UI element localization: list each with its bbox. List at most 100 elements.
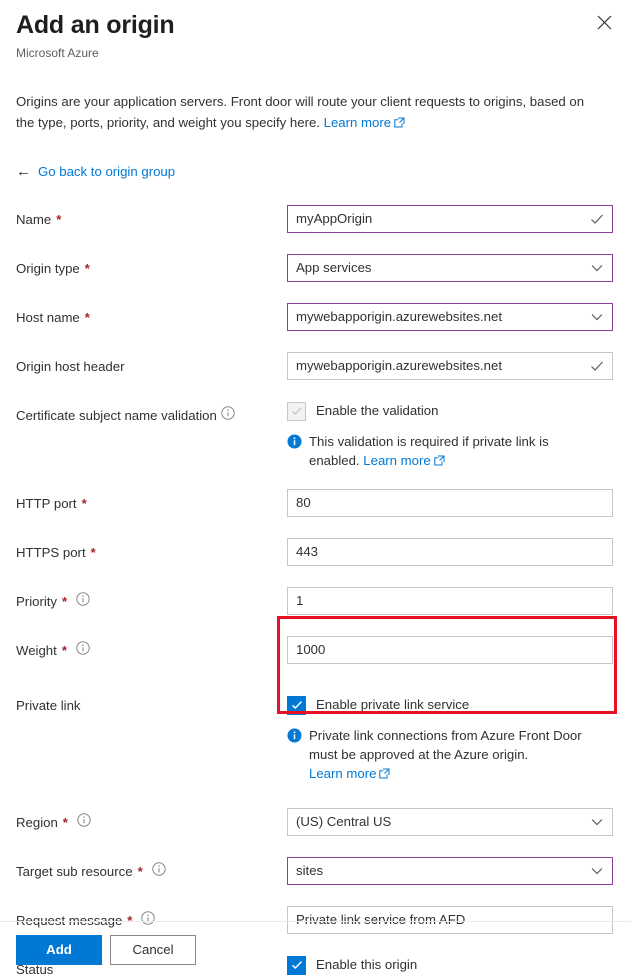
intro-learn-more-link[interactable]: Learn more [324,115,391,130]
intro-text: Origins are your application servers. Fr… [0,91,605,134]
private-link-note-body: Private link connections from Azure Fron… [309,726,597,784]
field-origin-type: App services [287,254,615,282]
field-http-port: 80 [287,489,615,517]
cancel-button[interactable]: Cancel [110,934,196,965]
chevron-down-icon [590,809,604,835]
priority-input[interactable]: 1 [287,587,613,615]
panel-header: Add an origin Microsoft Azure [0,0,631,61]
field-name: myAppOrigin [287,205,615,233]
label-origin-host-header-text: Origin host header [16,359,125,374]
required-marker: * [56,212,62,227]
cert-validation-checkbox-label: Enable the validation [316,403,439,418]
info-icon[interactable] [76,640,90,662]
close-icon [597,15,612,30]
form-row-http-port: HTTP port * 80 [0,489,631,517]
label-region: Region * [16,808,287,834]
info-icon[interactable] [152,861,166,883]
label-https-port: HTTPS port * [16,538,287,564]
external-link-icon [434,452,445,471]
back-to-origin-group-link[interactable]: Go back to origin group [38,164,175,179]
form-row-name: Name * myAppOrigin [0,205,631,233]
field-priority: 1 [287,587,615,615]
label-target-sub-resource: Target sub resource * [16,857,287,883]
host-name-select[interactable]: mywebapporigin.azurewebsites.net [287,303,613,331]
info-icon[interactable] [76,591,90,613]
label-weight: Weight * [16,636,287,662]
close-button[interactable] [589,7,619,37]
form-row-origin-type: Origin type * App services [0,254,631,282]
label-origin-type-text: Origin type [16,261,80,276]
intro-body: Origins are your application servers. Fr… [16,94,585,130]
private-link-note-text: Private link connections from Azure Fron… [309,728,582,762]
label-name-text: Name [16,212,52,227]
form-row-target-sub-resource: Target sub resource * sites [0,857,631,885]
form-row-weight: Weight * 1000 [0,636,631,664]
required-marker: * [61,643,67,658]
add-origin-panel: Add an origin Microsoft Azure Origins ar… [0,0,631,977]
panel-footer: Add Cancel [0,922,631,977]
form-row-host-name: Host name * mywebapporigin.azurewebsites.… [0,303,631,331]
required-marker: * [62,815,68,830]
target-sub-resource-value: sites [296,863,324,878]
private-link-checkbox-label: Enable private link service [316,697,470,712]
form-row-https-port: HTTPS port * 443 [0,538,631,566]
private-link-note: Private link connections from Azure Fron… [287,726,597,784]
required-marker: * [81,496,87,511]
field-https-port: 443 [287,538,615,566]
label-region-text: Region [16,815,58,830]
field-weight: 1000 [287,636,615,664]
chevron-down-icon [590,255,604,281]
label-http-port-text: HTTP port [16,496,77,511]
chevron-down-icon [590,304,604,330]
label-priority-text: Priority [16,594,58,609]
cert-validation-checkbox [287,401,306,421]
info-icon[interactable] [77,812,91,834]
form-row-priority: Priority * 1 [0,587,631,615]
target-sub-resource-select[interactable]: sites [287,857,613,885]
form-row-origin-host-header: Origin host header mywebapporigin.azurew… [0,352,631,380]
cert-validation-learn-more-link[interactable]: Learn more [363,453,430,468]
add-button[interactable]: Add [16,934,102,965]
https-port-input[interactable]: 443 [287,538,613,566]
label-host-name-text: Host name [16,310,80,325]
back-to-origin-group-row[interactable]: ← Go back to origin group [0,164,631,179]
http-port-input[interactable]: 80 [287,489,613,517]
cert-validation-note-body: This validation is required if private l… [309,432,597,471]
page-subtitle: Microsoft Azure [16,46,99,60]
external-link-icon [394,113,405,134]
private-link-checkbox[interactable] [287,695,306,715]
field-region: (US) Central US [287,808,615,836]
name-input-value: myAppOrigin [296,211,373,226]
name-input[interactable]: myAppOrigin [287,205,613,233]
field-target-sub-resource: sites [287,857,615,885]
form-row-region: Region * (US) Central US [0,808,631,836]
field-host-name: mywebapporigin.azurewebsites.net [287,303,615,331]
info-icon[interactable] [221,405,235,427]
origin-host-header-input[interactable]: mywebapporigin.azurewebsites.net [287,352,613,380]
host-name-value: mywebapporigin.azurewebsites.net [296,309,502,324]
arrow-left-icon: ← [16,163,31,180]
label-origin-host-header: Origin host header [16,352,287,378]
form-row-private-link: Private link Enable private link service… [0,686,631,784]
label-host-name: Host name * [16,303,287,329]
field-origin-host-header: mywebapporigin.azurewebsites.net [287,352,615,380]
private-link-learn-more-link[interactable]: Learn more [309,766,376,781]
private-link-checkbox-row: Enable private link service [287,695,615,715]
https-port-value: 443 [296,544,319,559]
origin-type-select[interactable]: App services [287,254,613,282]
cert-validation-note: This validation is required if private l… [287,432,597,471]
label-origin-type: Origin type * [16,254,287,280]
region-select[interactable]: (US) Central US [287,808,613,836]
weight-input[interactable]: 1000 [287,636,613,664]
label-priority: Priority * [16,587,287,613]
external-link-icon [379,765,390,784]
label-cert-validation-text: Certificate subject name validation [16,408,217,423]
required-marker: * [137,864,143,879]
label-http-port: HTTP port * [16,489,287,515]
required-marker: * [84,310,90,325]
info-filled-icon [287,728,302,784]
label-cert-validation: Certificate subject name validation [16,401,287,427]
info-filled-icon [287,434,302,471]
check-icon [590,206,604,232]
chevron-down-icon [590,858,604,884]
